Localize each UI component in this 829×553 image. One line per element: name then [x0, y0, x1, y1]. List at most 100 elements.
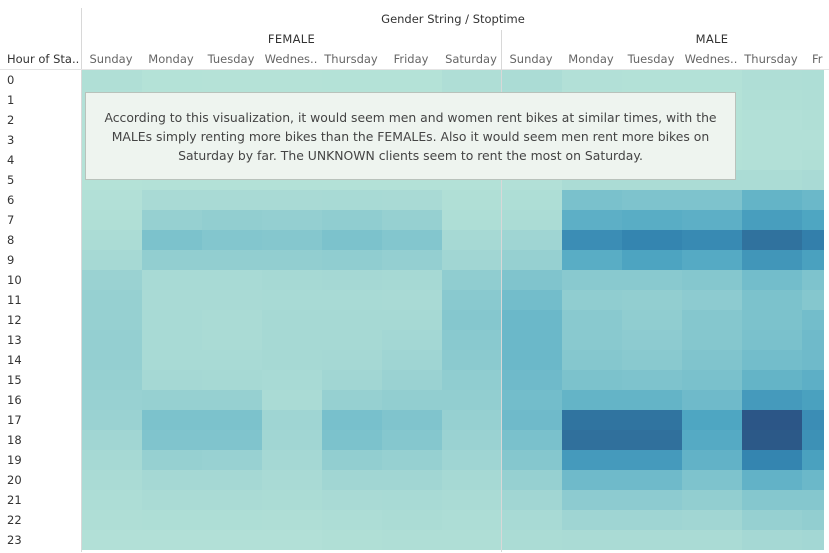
heatmap-cell[interactable]	[742, 350, 802, 370]
heatmap-cell[interactable]	[382, 270, 442, 290]
hour-label[interactable]: 13	[7, 333, 22, 347]
heatmap-cell[interactable]	[382, 510, 442, 530]
heatmap-cell[interactable]	[742, 190, 802, 210]
heatmap-cell[interactable]	[382, 330, 442, 350]
heatmap-cell[interactable]	[742, 130, 802, 150]
heatmap-cell[interactable]	[802, 410, 824, 430]
heatmap-cell[interactable]	[322, 230, 382, 250]
heatmap-cell[interactable]	[262, 490, 322, 510]
hour-label[interactable]: 21	[7, 493, 22, 507]
heatmap-cell[interactable]	[262, 370, 322, 390]
heatmap-cell[interactable]	[802, 170, 824, 190]
heatmap-cell[interactable]	[682, 350, 742, 370]
heatmap-cell[interactable]	[502, 230, 562, 250]
heatmap-cell[interactable]	[802, 510, 824, 530]
heatmap-cell[interactable]	[322, 510, 382, 530]
heatmap-cell[interactable]	[442, 350, 502, 370]
heatmap-cell[interactable]	[322, 490, 382, 510]
hour-label[interactable]: 11	[7, 293, 22, 307]
heatmap-cell[interactable]	[682, 530, 742, 550]
heatmap-cell[interactable]	[262, 270, 322, 290]
heatmap-cell[interactable]	[502, 370, 562, 390]
heatmap-cell[interactable]	[682, 470, 742, 490]
heatmap-cell[interactable]	[742, 390, 802, 410]
heatmap-cell[interactable]	[502, 490, 562, 510]
hour-label[interactable]: 2	[7, 113, 14, 127]
heatmap-cell[interactable]	[562, 450, 622, 470]
heatmap-cell[interactable]	[82, 210, 142, 230]
heatmap-cell[interactable]	[82, 490, 142, 510]
heatmap-cell[interactable]	[442, 230, 502, 250]
heatmap-cell[interactable]	[82, 250, 142, 270]
heatmap-cell[interactable]	[742, 310, 802, 330]
heatmap-cell[interactable]	[682, 230, 742, 250]
heatmap-cell[interactable]	[142, 250, 202, 270]
heatmap-cell[interactable]	[382, 350, 442, 370]
heatmap-cell[interactable]	[442, 390, 502, 410]
heatmap-cell[interactable]	[142, 190, 202, 210]
heatmap-cell[interactable]	[262, 210, 322, 230]
heatmap-cell[interactable]	[502, 530, 562, 550]
heatmap-cell[interactable]	[442, 450, 502, 470]
heatmap-cell[interactable]	[142, 350, 202, 370]
hour-label[interactable]: 8	[7, 233, 14, 247]
heatmap-cell[interactable]	[742, 410, 802, 430]
heatmap-cell[interactable]	[742, 110, 802, 130]
heatmap-cell[interactable]	[202, 350, 262, 370]
heatmap-cell[interactable]	[142, 290, 202, 310]
heatmap-cell[interactable]	[802, 450, 824, 470]
heatmap-cell[interactable]	[262, 350, 322, 370]
heatmap-cell[interactable]	[742, 330, 802, 350]
heatmap-cell[interactable]	[502, 470, 562, 490]
heatmap-cell[interactable]	[622, 430, 682, 450]
heatmap-cell[interactable]	[802, 70, 824, 90]
heatmap-cell[interactable]	[142, 70, 202, 90]
heatmap-cell[interactable]	[202, 270, 262, 290]
heatmap-cell[interactable]	[322, 250, 382, 270]
heatmap-cell[interactable]	[742, 430, 802, 450]
heatmap-cell[interactable]	[82, 430, 142, 450]
heatmap-cell[interactable]	[142, 330, 202, 350]
heatmap-cell[interactable]	[622, 190, 682, 210]
heatmap-cell[interactable]	[442, 470, 502, 490]
heatmap-cell[interactable]	[82, 390, 142, 410]
heatmap-cell[interactable]	[82, 370, 142, 390]
heatmap-cell[interactable]	[622, 310, 682, 330]
heatmap-cell[interactable]	[742, 490, 802, 510]
heatmap-cell[interactable]	[802, 490, 824, 510]
heatmap-cell[interactable]	[622, 530, 682, 550]
heatmap-cell[interactable]	[682, 410, 742, 430]
heatmap-cell[interactable]	[562, 370, 622, 390]
heatmap-cell[interactable]	[622, 210, 682, 230]
hour-label[interactable]: 20	[7, 473, 22, 487]
hour-label[interactable]: 1	[7, 93, 14, 107]
heatmap-cell[interactable]	[802, 290, 824, 310]
heatmap-cell[interactable]	[442, 310, 502, 330]
heatmap-cell[interactable]	[262, 530, 322, 550]
hour-label[interactable]: 17	[7, 413, 22, 427]
heatmap-cell[interactable]	[502, 390, 562, 410]
heatmap-cell[interactable]	[442, 290, 502, 310]
heatmap-cell[interactable]	[622, 490, 682, 510]
heatmap-cell[interactable]	[82, 530, 142, 550]
heatmap-cell[interactable]	[202, 330, 262, 350]
heatmap-cell[interactable]	[742, 290, 802, 310]
heatmap-cell[interactable]	[802, 150, 824, 170]
heatmap-cell[interactable]	[262, 450, 322, 470]
heatmap-cell[interactable]	[322, 270, 382, 290]
heatmap-cell[interactable]	[142, 370, 202, 390]
heatmap-cell[interactable]	[802, 110, 824, 130]
heatmap-cell[interactable]	[502, 70, 562, 90]
heatmap-cell[interactable]	[742, 230, 802, 250]
heatmap-cell[interactable]	[502, 350, 562, 370]
heatmap-cell[interactable]	[442, 70, 502, 90]
heatmap-cell[interactable]	[142, 450, 202, 470]
heatmap-cell[interactable]	[142, 270, 202, 290]
heatmap-cell[interactable]	[442, 250, 502, 270]
heatmap-cell[interactable]	[142, 210, 202, 230]
heatmap-cell[interactable]	[622, 510, 682, 530]
heatmap-cell[interactable]	[622, 450, 682, 470]
heatmap-cell[interactable]	[142, 490, 202, 510]
heatmap-cell[interactable]	[382, 390, 442, 410]
heatmap-cell[interactable]	[382, 490, 442, 510]
